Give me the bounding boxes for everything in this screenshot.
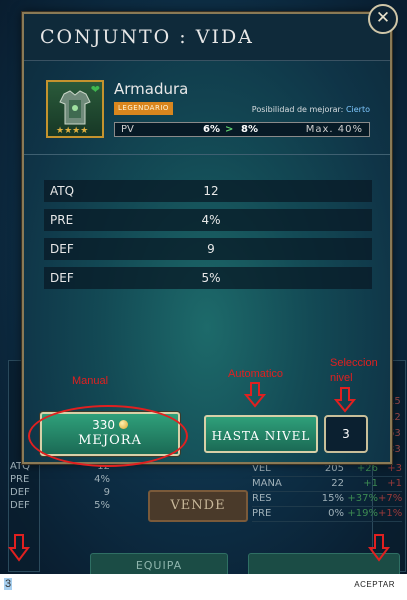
modal-header: CONJUNTO : VIDA	[24, 14, 390, 61]
substat-name: DEF	[50, 242, 74, 256]
main-stat-max: Max. 40%	[305, 124, 363, 135]
bg-stat-row: DEF 9	[10, 487, 110, 498]
bg-hero-stat-row: PRE 0% +19% +1%	[252, 507, 402, 522]
bg-hero-stat-row: RES 15% +37% +7%	[252, 492, 402, 507]
annotation-seleccion: Seleccion	[330, 357, 378, 369]
item-name: Armadura	[114, 80, 189, 98]
upgrade-chance-value: Cierto	[345, 105, 370, 114]
bg-hero-stat-row: VEL 205 +26 +3	[252, 462, 402, 477]
substat-row: PRE 4%	[44, 209, 372, 231]
arrow-right-icon: >	[225, 124, 234, 135]
main-stat-next: 8%	[241, 124, 258, 135]
annotation-arrow-down-icon	[8, 534, 30, 562]
substat-row: ATQ 12	[44, 180, 372, 202]
level-selector[interactable]: 3	[324, 415, 368, 453]
annotation-manual: Manual	[72, 375, 109, 387]
star-rating: ★★★★	[56, 126, 89, 136]
annotation-nivel: nivel	[330, 372, 353, 384]
annotation-arrow-down-icon	[368, 534, 390, 562]
substats-table: ATQ 12 PRE 4% DEF 9 DEF 5%	[44, 180, 372, 296]
upgrade-chance-label: Posibilidad de mejorar:	[251, 105, 344, 114]
substat-row: DEF 5%	[44, 267, 372, 289]
substat-name: DEF	[50, 271, 74, 285]
keyboard-input-bar	[0, 574, 407, 600]
substat-value: 4%	[201, 213, 221, 227]
annotation-arrow-down-icon	[334, 387, 356, 413]
annotation-ellipse	[28, 405, 188, 467]
main-stat-bar: PV 6% > 8% Max. 40%	[114, 122, 370, 137]
annotation-automatico: Automatico	[228, 368, 284, 380]
number-input-value: 3	[4, 578, 13, 590]
substat-value: 5%	[201, 271, 221, 285]
substat-name: ATQ	[50, 184, 75, 198]
bg-hero-stat-row: MANA 22 +1 +1	[252, 477, 402, 492]
annotation-arrow-down-icon	[244, 382, 266, 408]
heart-icon: ❤	[90, 83, 100, 96]
upgrade-to-level-button[interactable]: HASTA NIVEL	[204, 415, 318, 453]
equip-button[interactable]: EQUIPA	[90, 553, 228, 574]
sell-button[interactable]: VENDE	[148, 490, 248, 522]
bg-stat-row: DEF 5%	[10, 500, 110, 511]
number-input[interactable]: 3	[4, 578, 13, 590]
armor-item-icon: ❤ ★★★★	[46, 80, 104, 138]
modal-title: CONJUNTO : VIDA	[40, 26, 254, 48]
substat-value: 9	[207, 242, 215, 256]
divider	[24, 154, 390, 155]
accept-button[interactable]: ACEPTAR	[354, 580, 395, 589]
background-hero-stats: VEL 205 +26 +3 MANA 22 +1 +1 RES 15% +37% +7% PRE…	[252, 462, 402, 522]
armor-icon	[59, 90, 91, 125]
game-screen: 15 12 63 33 ATQ 12 PRE 4% DEF 9 DEF 5% VENDE…	[0, 0, 407, 574]
substat-name: PRE	[50, 213, 74, 227]
substat-value: 12	[203, 184, 219, 198]
substat-row: DEF 9	[44, 238, 372, 260]
close-icon: ✕	[375, 8, 391, 28]
background-substats: ATQ 12 PRE 4% DEF 9 DEF 5%	[10, 460, 110, 512]
rarity-badge: LEGENDARIO	[114, 102, 173, 115]
main-stat-current: 6%	[203, 124, 220, 135]
upgrade-chance: Posibilidad de mejorar: Cierto	[252, 105, 370, 114]
bg-stat-row: PRE 4%	[10, 474, 110, 485]
close-button[interactable]: ✕	[368, 4, 398, 34]
main-stat-label: PV	[121, 124, 134, 135]
